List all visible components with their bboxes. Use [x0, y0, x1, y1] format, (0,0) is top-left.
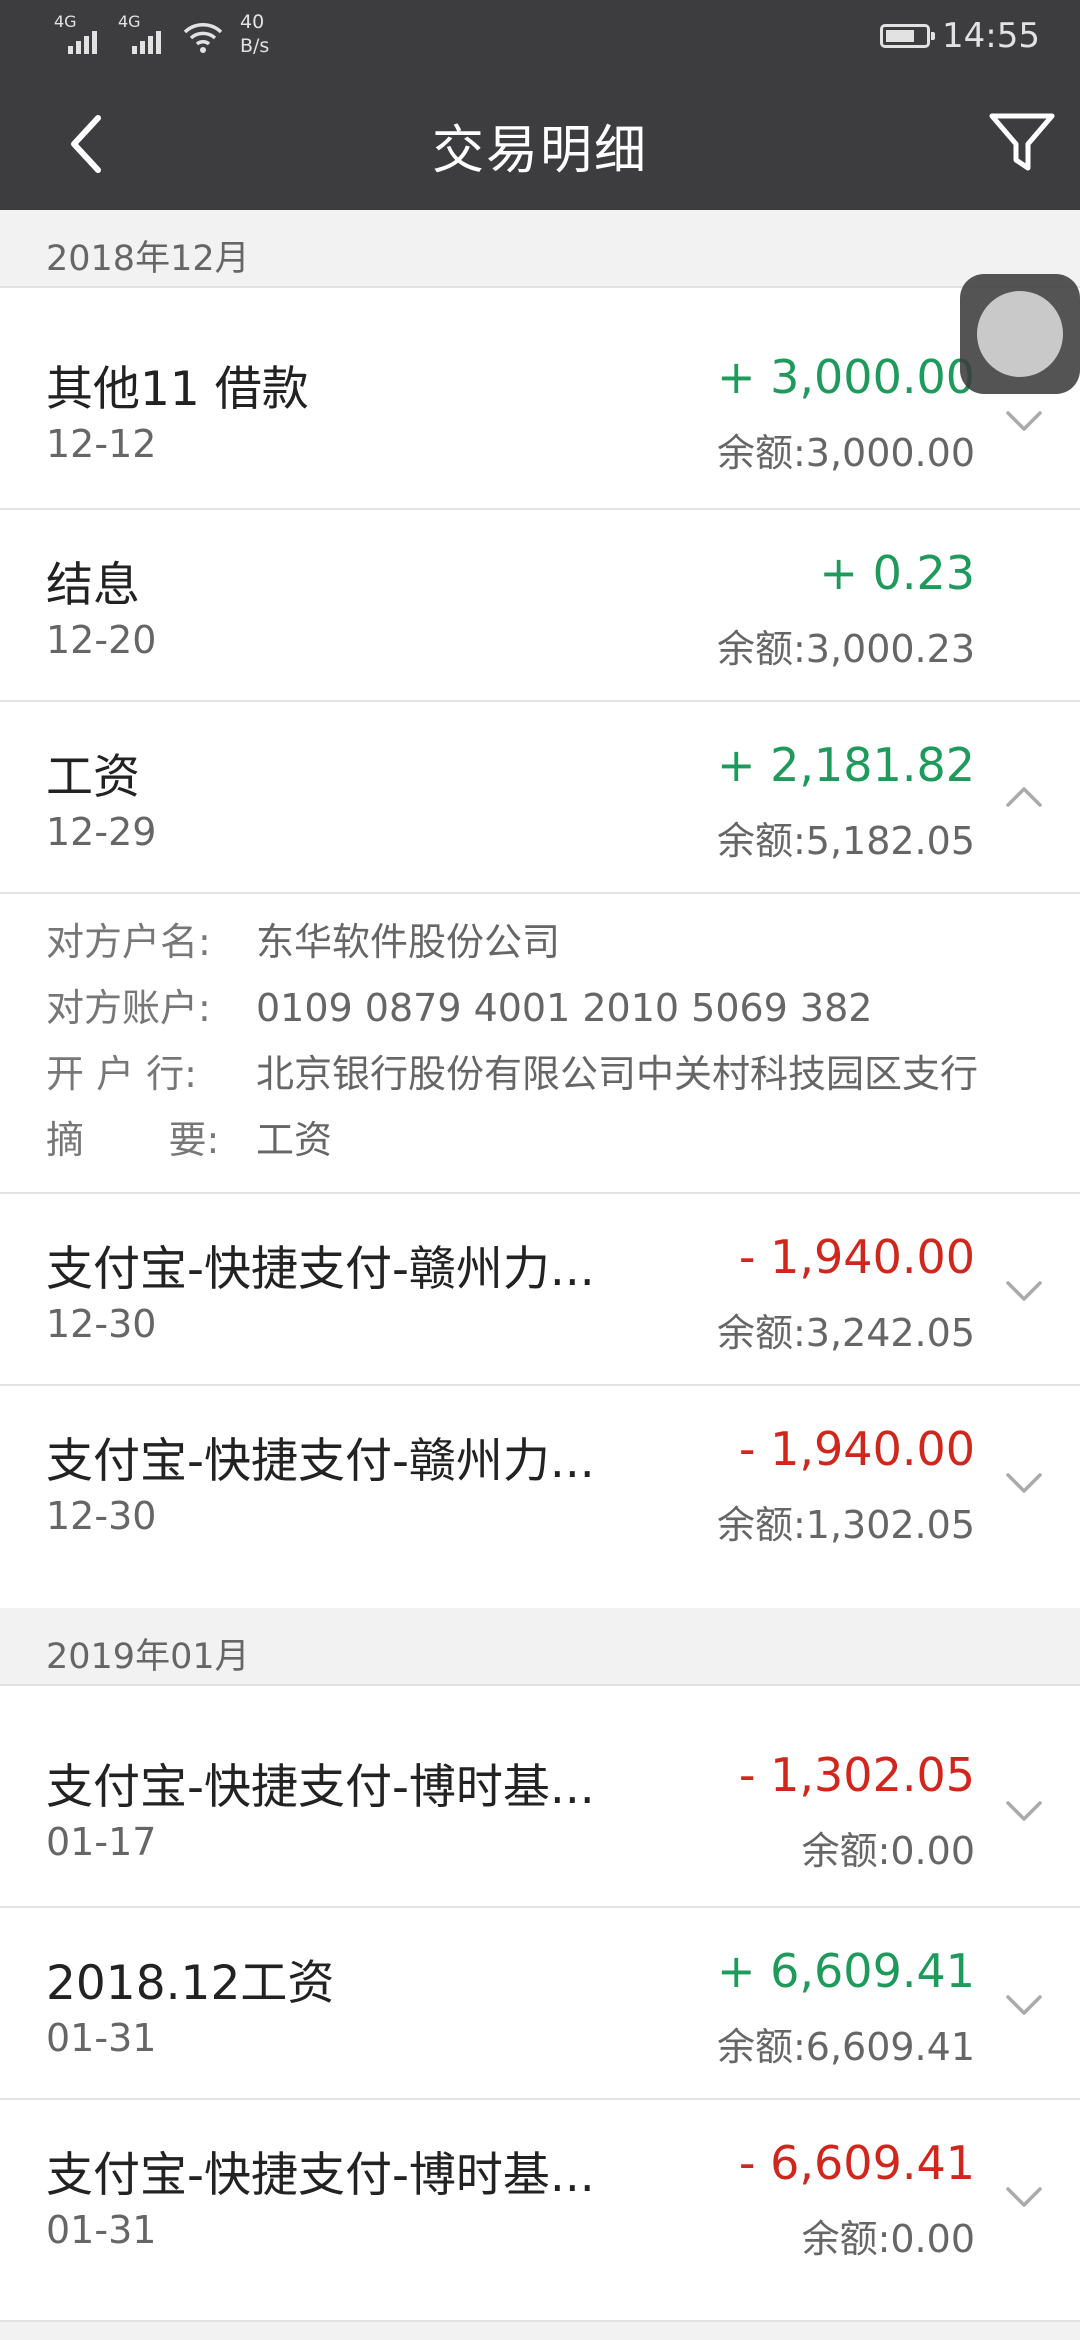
transaction-name: 2018.12工资 — [46, 1956, 335, 2011]
transaction-amount: - 1,940.00 — [738, 1422, 975, 1476]
transaction-row[interactable]: 其他11 借款 12-12 + 3,000.00 余额:3,000.00 — [0, 288, 1080, 510]
transaction-row[interactable]: 2018.12工资 01-31 + 6,609.41 余额:6,609.41 — [0, 1908, 1080, 2100]
transaction-balance: 余额:1,302.05 — [716, 1503, 975, 1547]
detail-value: 0109 0879 4001 2010 5069 382 — [256, 986, 873, 1030]
month-label: 2018年12月 — [46, 239, 250, 279]
floating-assistive-ball[interactable] — [960, 274, 1080, 394]
transaction-name: 支付宝-快捷支付-博时基... — [46, 1760, 595, 1815]
transaction-date: 12-30 — [46, 1302, 157, 1346]
detail-row-memo: 摘 要: 工资 — [46, 1110, 1066, 1170]
detail-label: 开 户 行: — [46, 1052, 197, 1096]
chevron-down-icon[interactable] — [1004, 1470, 1044, 1496]
transaction-name: 支付宝-快捷支付-赣州力... — [46, 1242, 595, 1297]
transaction-name: 支付宝-快捷支付-赣州力... — [46, 1434, 595, 1489]
signal-type-label: 4G — [54, 12, 77, 31]
transaction-amount: - 6,609.41 — [738, 2136, 975, 2190]
signal-icon: 4G — [54, 14, 108, 54]
transaction-row[interactable]: 支付宝-快捷支付-赣州力... 12-30 - 1,940.00 余额:3,24… — [0, 1194, 1080, 1386]
detail-value: 工资 — [256, 1118, 333, 1162]
transaction-date: 01-31 — [46, 2208, 157, 2252]
transaction-date: 12-29 — [46, 810, 157, 854]
transaction-name: 其他11 借款 — [46, 362, 309, 417]
transaction-row[interactable]: 支付宝-快捷支付-博时基... 01-17 - 1,302.05 余额:0.00 — [0, 1686, 1080, 1908]
page-title: 交易明细 — [431, 121, 648, 181]
transaction-row[interactable]: 支付宝-快捷支付-博时基... 01-31 - 6,609.41 余额:0.00 — [0, 2100, 1080, 2322]
detail-value: 北京银行股份有限公司中关村科技园区支行 — [256, 1052, 979, 1096]
transaction-balance: 余额:0.00 — [801, 1829, 975, 1873]
transaction-date: 01-17 — [46, 1820, 157, 1864]
detail-row-counterparty-account: 对方账户: 0109 0879 4001 2010 5069 382 — [46, 978, 1066, 1038]
transaction-balance: 余额:3,000.23 — [716, 627, 975, 671]
status-bar: 4G 4G 40 B/s 14:55 — [0, 0, 1080, 70]
bottom-strip — [0, 2322, 1080, 2340]
transaction-amount: + 6,609.41 — [716, 1944, 975, 1998]
net-speed-unit: B/s — [240, 35, 270, 57]
chevron-down-icon[interactable] — [1004, 1798, 1044, 1824]
clock: 14:55 — [942, 16, 1040, 56]
net-speed-value: 40 — [240, 11, 265, 33]
transaction-date: 12-20 — [46, 618, 157, 662]
signal-icon-2: 4G — [118, 14, 172, 54]
month-header: 2019年01月 — [0, 1608, 1080, 1686]
transaction-balance: 余额:0.00 — [801, 2217, 975, 2261]
transaction-date: 12-12 — [46, 422, 157, 466]
detail-label: 对方账户: — [46, 986, 211, 1030]
chevron-down-icon[interactable] — [1004, 2184, 1044, 2210]
transaction-date: 12-30 — [46, 1494, 157, 1538]
detail-row-counterparty-name: 对方户名: 东华软件股份公司 — [46, 912, 1066, 972]
wifi-icon — [183, 23, 223, 53]
transaction-amount: + 3,000.00 — [716, 350, 975, 404]
chevron-down-icon[interactable] — [1004, 408, 1044, 434]
status-left: 4G 4G 40 B/s — [54, 11, 269, 58]
transaction-amount: - 1,940.00 — [738, 1230, 975, 1284]
app-header: 4G 4G 40 B/s 14:55 交易明细 — [0, 0, 1080, 210]
transaction-name: 结息 — [46, 558, 140, 613]
battery-icon — [880, 24, 936, 48]
chevron-down-icon[interactable] — [1004, 1278, 1044, 1304]
detail-value: 东华软件股份公司 — [256, 920, 561, 964]
transaction-date: 01-31 — [46, 2016, 157, 2060]
net-speed: 40 B/s — [240, 10, 269, 58]
transaction-name: 支付宝-快捷支付-博时基... — [46, 2148, 595, 2203]
transaction-row[interactable]: 支付宝-快捷支付-赣州力... 12-30 - 1,940.00 余额:1,30… — [0, 1386, 1080, 1608]
status-right: 14:55 — [880, 16, 1040, 56]
transaction-balance: 余额:5,182.05 — [716, 819, 975, 863]
transaction-row[interactable]: 结息 12-20 + 0.23 余额:3,000.23 — [0, 510, 1080, 702]
detail-row-bank: 开 户 行: 北京银行股份有限公司中关村科技园区支行 — [46, 1044, 1066, 1104]
transaction-name: 工资 — [46, 750, 140, 805]
detail-label: 摘 要: — [46, 1118, 220, 1162]
transaction-amount: + 0.23 — [819, 546, 975, 600]
signal-type-label-2: 4G — [118, 12, 141, 31]
transaction-balance: 余额:3,242.05 — [716, 1311, 975, 1355]
month-label: 2019年01月 — [46, 1637, 250, 1677]
transaction-balance: 余额:3,000.00 — [716, 431, 975, 475]
transaction-details: 对方户名: 东华软件股份公司 对方账户: 0109 0879 4001 2010 5… — [0, 894, 1080, 1194]
nav-bar: 交易明细 — [0, 70, 1080, 210]
transaction-amount: + 2,181.82 — [716, 738, 975, 792]
transaction-balance: 余额:6,609.41 — [716, 2025, 975, 2069]
month-header: 2018年12月 — [0, 210, 1080, 288]
filter-funnel-icon[interactable] — [986, 106, 1058, 178]
detail-label: 对方户名: — [46, 920, 211, 964]
transaction-row[interactable]: 工资 12-29 + 2,181.82 余额:5,182.05 — [0, 702, 1080, 894]
transaction-amount: - 1,302.05 — [738, 1748, 975, 1802]
chevron-down-icon[interactable] — [1004, 1992, 1044, 2018]
chevron-up-icon[interactable] — [1004, 784, 1044, 810]
